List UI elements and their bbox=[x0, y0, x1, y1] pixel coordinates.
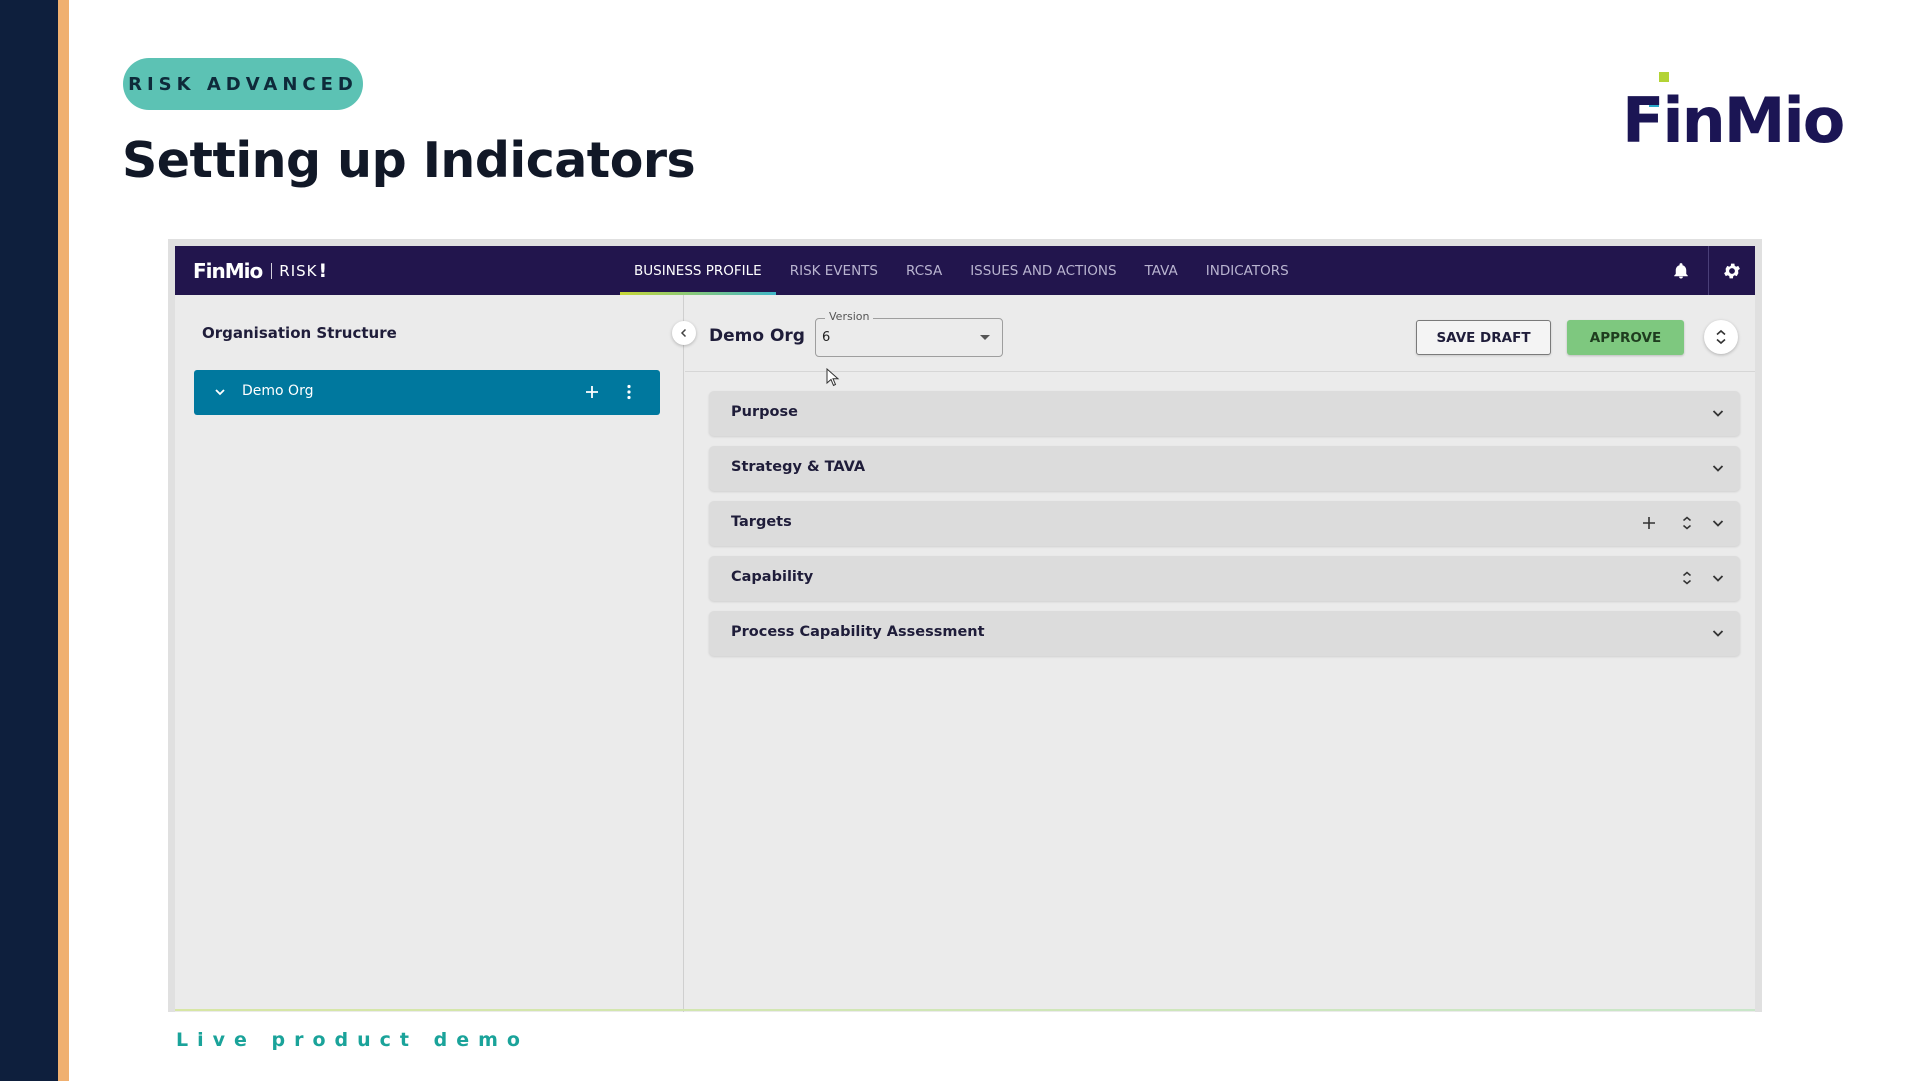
tree-item-demo-org[interactable]: Demo Org bbox=[194, 370, 660, 415]
section-targets[interactable]: Targets bbox=[709, 501, 1740, 546]
profile-header: Demo Org Version 6 SAVE DRAFT APPROVE bbox=[685, 295, 1755, 387]
unfold-icon[interactable] bbox=[1676, 567, 1698, 589]
app-screenshot: FinMio RISK ! BUSINESS PROFILE RISK EVEN… bbox=[168, 239, 1762, 1012]
app-logo-product: RISK bbox=[279, 262, 318, 280]
logo-square-green bbox=[1659, 72, 1669, 82]
chevron-down-icon[interactable] bbox=[1707, 622, 1729, 644]
app-logo-brand: FinMio bbox=[193, 259, 263, 283]
plus-icon[interactable] bbox=[1638, 512, 1660, 534]
app-logo[interactable]: FinMio RISK ! bbox=[193, 258, 327, 284]
app-bottom-line bbox=[175, 1009, 1755, 1011]
section-process-capability-assessment[interactable]: Process Capability Assessment bbox=[709, 611, 1740, 656]
nav-divider bbox=[1708, 246, 1709, 295]
brand-logo-text: FinMio bbox=[1622, 84, 1845, 157]
nav-tabs: BUSINESS PROFILE RISK EVENTS RCSA ISSUES… bbox=[620, 246, 1303, 295]
tab-business-profile[interactable]: BUSINESS PROFILE bbox=[620, 246, 776, 295]
expand-all-button[interactable] bbox=[1704, 320, 1738, 354]
slide: RISK ADVANCED Setting up Indicators FinM… bbox=[0, 0, 1920, 1081]
more-vertical-icon[interactable] bbox=[617, 380, 641, 404]
tab-rcsa[interactable]: RCSA bbox=[892, 246, 956, 295]
version-select[interactable]: Version 6 bbox=[815, 310, 1003, 357]
chevron-down-icon[interactable] bbox=[1707, 457, 1729, 479]
top-nav: FinMio RISK ! BUSINESS PROFILE RISK EVEN… bbox=[175, 246, 1755, 295]
organisation-panel: Organisation Structure Demo Org bbox=[175, 295, 684, 1012]
side-bar-dark bbox=[0, 0, 58, 1081]
section-label: Capability bbox=[731, 569, 814, 585]
slide-title: Setting up Indicators bbox=[122, 132, 696, 189]
app-logo-separator bbox=[271, 263, 273, 279]
tab-tava[interactable]: TAVA bbox=[1131, 246, 1192, 295]
section-label: Purpose bbox=[731, 404, 798, 420]
mouse-pointer-icon bbox=[826, 367, 840, 388]
org-name: Demo Org bbox=[709, 326, 805, 346]
chevron-down-icon[interactable] bbox=[212, 384, 228, 400]
approve-button[interactable]: APPROVE bbox=[1567, 320, 1684, 355]
plus-icon[interactable] bbox=[580, 380, 604, 404]
chevron-down-icon[interactable] bbox=[1707, 512, 1729, 534]
footer-caption: Live product demo bbox=[176, 1029, 529, 1051]
chevron-down-icon[interactable] bbox=[1707, 402, 1729, 424]
version-value: 6 bbox=[822, 330, 831, 345]
section-label: Process Capability Assessment bbox=[731, 624, 985, 640]
unfold-icon[interactable] bbox=[1676, 512, 1698, 534]
tab-risk-events[interactable]: RISK EVENTS bbox=[776, 246, 892, 295]
save-draft-button[interactable]: SAVE DRAFT bbox=[1416, 320, 1551, 355]
tab-issues-and-actions[interactable]: ISSUES AND ACTIONS bbox=[956, 246, 1130, 295]
gear-icon[interactable] bbox=[1719, 258, 1745, 284]
app-window: FinMio RISK ! BUSINESS PROFILE RISK EVEN… bbox=[175, 246, 1755, 1012]
side-bar-accent bbox=[58, 0, 69, 1081]
brand-logo: FinMio bbox=[1622, 70, 1866, 165]
section-purpose[interactable]: Purpose bbox=[709, 391, 1740, 436]
unfold-icon bbox=[1716, 329, 1726, 345]
app-logo-bang: ! bbox=[318, 260, 328, 282]
bell-icon[interactable] bbox=[1668, 258, 1694, 284]
version-label: Version bbox=[825, 310, 874, 323]
tab-indicators[interactable]: INDICATORS bbox=[1192, 246, 1303, 295]
tree-item-label: Demo Org bbox=[242, 383, 314, 399]
panel-title: Organisation Structure bbox=[202, 324, 397, 342]
section-capability[interactable]: Capability bbox=[709, 556, 1740, 601]
section-label: Targets bbox=[731, 514, 792, 530]
business-profile-panel: Demo Org Version 6 SAVE DRAFT APPROVE Pu… bbox=[685, 295, 1755, 1012]
chevron-down-icon[interactable] bbox=[1707, 567, 1729, 589]
section-label: Strategy & TAVA bbox=[731, 459, 866, 475]
dropdown-arrow-icon bbox=[980, 335, 990, 340]
category-tag: RISK ADVANCED bbox=[123, 58, 363, 110]
section-strategy-tava[interactable]: Strategy & TAVA bbox=[709, 446, 1740, 491]
